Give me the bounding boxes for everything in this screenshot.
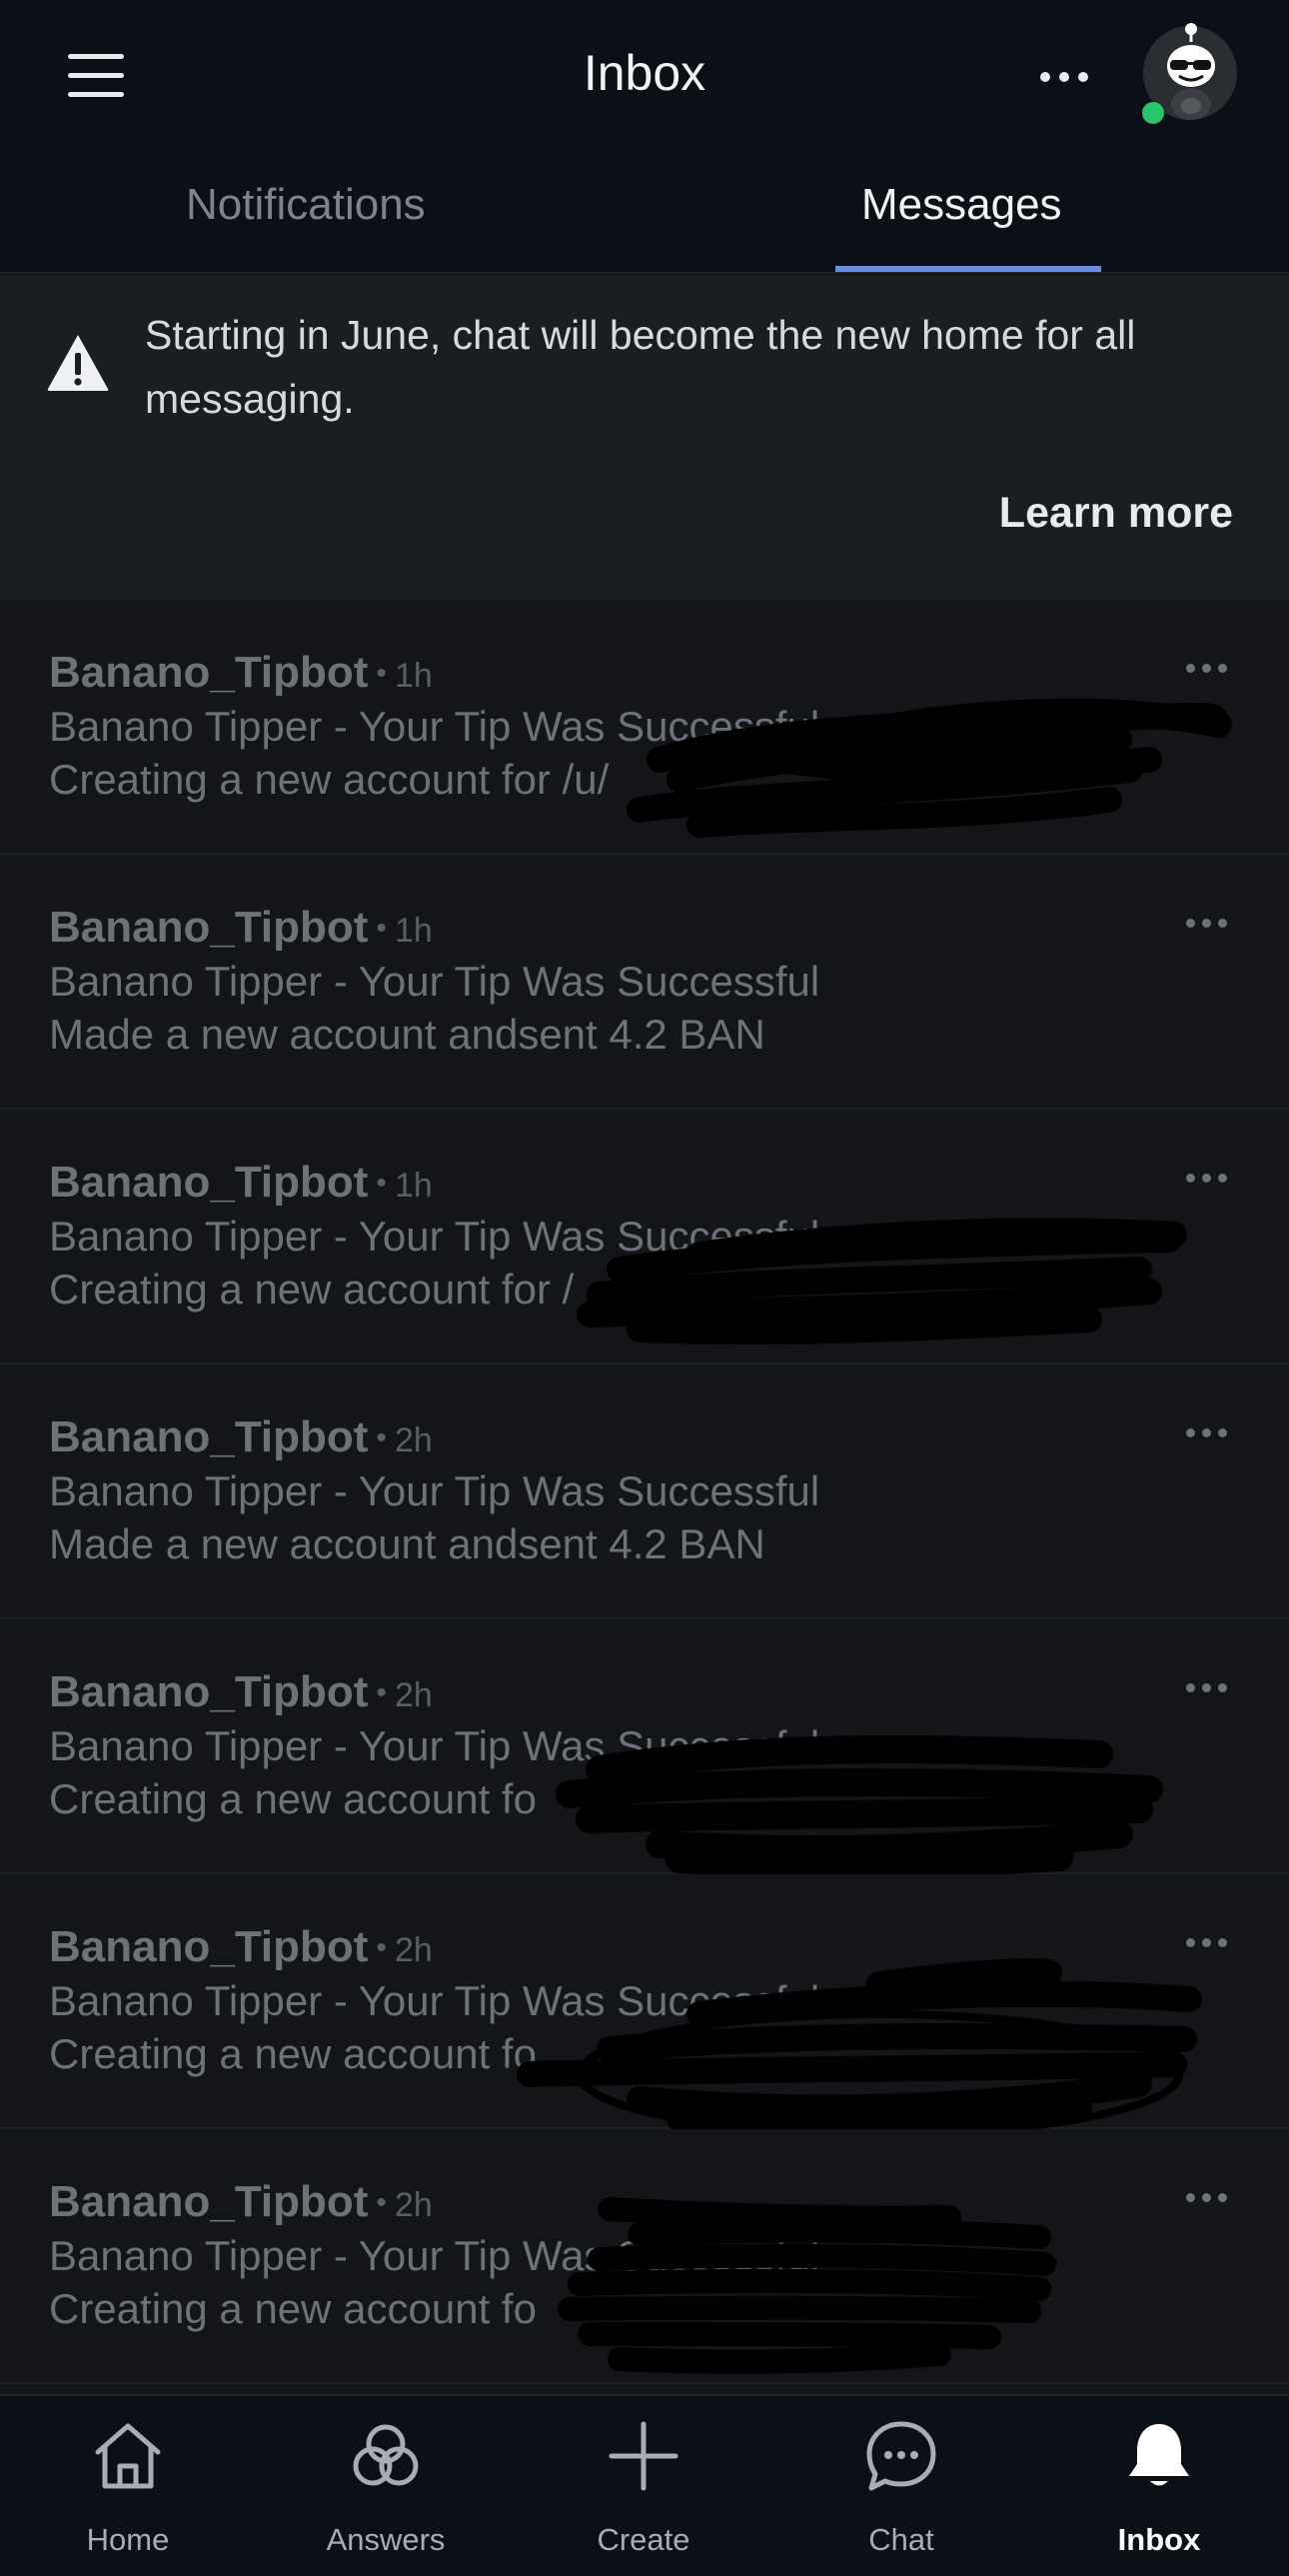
avatar[interactable] [1139,22,1239,132]
message-preview: Creating a new account for / [49,1266,575,1312]
banner-message: Starting in June, chat will become the n… [145,312,1136,422]
nav-inbox[interactable]: Inbox [1059,2418,1259,2568]
message-author[interactable]: Banano_Tipbot [49,1922,368,1971]
message-preview: Creating a new account fo [49,2030,537,2077]
separator-dot: • [376,2186,387,2219]
message-preview: Made a new account andsent 4.2 BAN [49,1011,765,1058]
bottom-nav: Home Answers Create Chat Inbox [0,2394,1289,2576]
message-options-icon[interactable] [1174,648,1238,688]
message-time: 1h [394,912,433,950]
message-item[interactable]: Banano_Tipbot • 1h Banano Tipper - Your Ti… [0,600,1289,855]
nav-home-label: Home [86,2522,170,2557]
inbox-screen: Inbox Notifications Messages Starting in… [0,0,1289,2576]
inbox-tabs: Notifications Messages [0,150,1289,274]
chat-migration-banner: Starting in June, chat will become the n… [0,275,1289,600]
message-options-icon[interactable] [1174,1158,1238,1198]
message-item[interactable]: Banano_Tipbot • 1h Banano Tipper - Your Ti… [0,855,1289,1110]
message-preview: Creating a new account for /u/ [49,756,610,803]
message-author[interactable]: Banano_Tipbot [49,2177,368,2226]
message-subject: Banano Tipper - Your Tip Was Successful [49,958,820,1005]
snoo-avatar-icon [1142,23,1237,124]
nav-answers-label: Answers [326,2522,446,2557]
message-preview: Made a new account andsent 4.2 BAN [49,1520,765,1567]
message-author[interactable]: Banano_Tipbot [49,1412,368,1461]
nav-chat[interactable]: Chat [801,2418,1001,2568]
message-time: 2h [394,1931,433,1969]
message-time: 2h [394,1421,433,1459]
plus-icon [609,2421,678,2491]
message-time: 1h [394,657,433,695]
message-options-icon[interactable] [1174,2177,1238,2217]
home-icon [95,2423,161,2489]
separator-dot: • [376,657,387,690]
message-subject: Banano Tipper - Your Tip Was Successful [49,1722,820,1769]
message-subject: Banano Tipper - Your Tip Was Successful [49,703,820,750]
message-author[interactable]: Banano_Tipbot [49,1667,368,1716]
message-subject: Banano Tipper - Your Tip Was Successful [49,1467,820,1514]
nav-answers[interactable]: Answers [286,2418,486,2568]
message-subject: Banano Tipper - Your Tip Was Successful [49,1213,820,1260]
separator-dot: • [376,1167,387,1200]
separator-dot: • [376,1931,387,1964]
chat-bubble-icon [866,2421,936,2491]
top-bar: Inbox [0,0,1289,150]
message-time: 2h [394,1676,433,1714]
tab-notifications[interactable]: Notifications [186,180,426,230]
message-time: 1h [394,1167,433,1205]
message-subject: Banano Tipper - Your Tip Was Successful [49,2232,820,2279]
message-options-icon[interactable] [1174,1412,1238,1452]
learn-more-link[interactable]: Learn more [999,489,1233,538]
message-subject: Banano Tipper - Your Tip Was Successful [49,1977,820,2024]
message-item[interactable]: Banano_Tipbot • 2h Banano Tipper - Your Ti… [0,1364,1289,1619]
message-author[interactable]: Banano_Tipbot [49,1158,368,1207]
bell-icon [1129,2424,1189,2486]
message-options-icon[interactable] [1174,1922,1238,1962]
message-item[interactable]: Banano_Tipbot • 2h Banano Tipper - Your Ti… [0,1874,1289,2129]
message-item[interactable]: Banano_Tipbot • 2h Banano Tipper - Your Ti… [0,2129,1289,2384]
message-options-icon[interactable] [1174,1667,1238,1707]
nav-create-label: Create [597,2522,690,2557]
separator-dot: • [376,912,387,945]
nav-chat-label: Chat [868,2522,934,2557]
nav-home[interactable]: Home [28,2418,228,2568]
message-preview: Creating a new account fo [49,2285,537,2332]
online-status-dot [1142,102,1164,124]
message-list: Banano_Tipbot • 1h Banano Tipper - Your Ti… [0,600,1289,2394]
message-item[interactable]: Banano_Tipbot • 2h Banano Tipper - Your Ti… [0,1619,1289,1874]
separator-dot: • [376,1676,387,1709]
answers-icon [353,2424,419,2486]
message-author[interactable]: Banano_Tipbot [49,903,368,952]
message-author[interactable]: Banano_Tipbot [49,648,368,697]
message-time: 2h [394,2186,433,2224]
warning-triangle-icon [47,335,109,391]
message-item[interactable]: Banano_Tipbot • 1h Banano Tipper - Your Ti… [0,1110,1289,1364]
nav-create[interactable]: Create [544,2418,743,2568]
nav-inbox-label: Inbox [1117,2522,1201,2557]
tab-messages[interactable]: Messages [861,180,1062,230]
selected-tab-indicator [835,266,1101,272]
horizontal-ellipsis-icon[interactable] [1029,54,1099,100]
separator-dot: • [376,1421,387,1454]
message-preview: Creating a new account fo [49,1775,537,1822]
message-options-icon[interactable] [1174,903,1238,943]
